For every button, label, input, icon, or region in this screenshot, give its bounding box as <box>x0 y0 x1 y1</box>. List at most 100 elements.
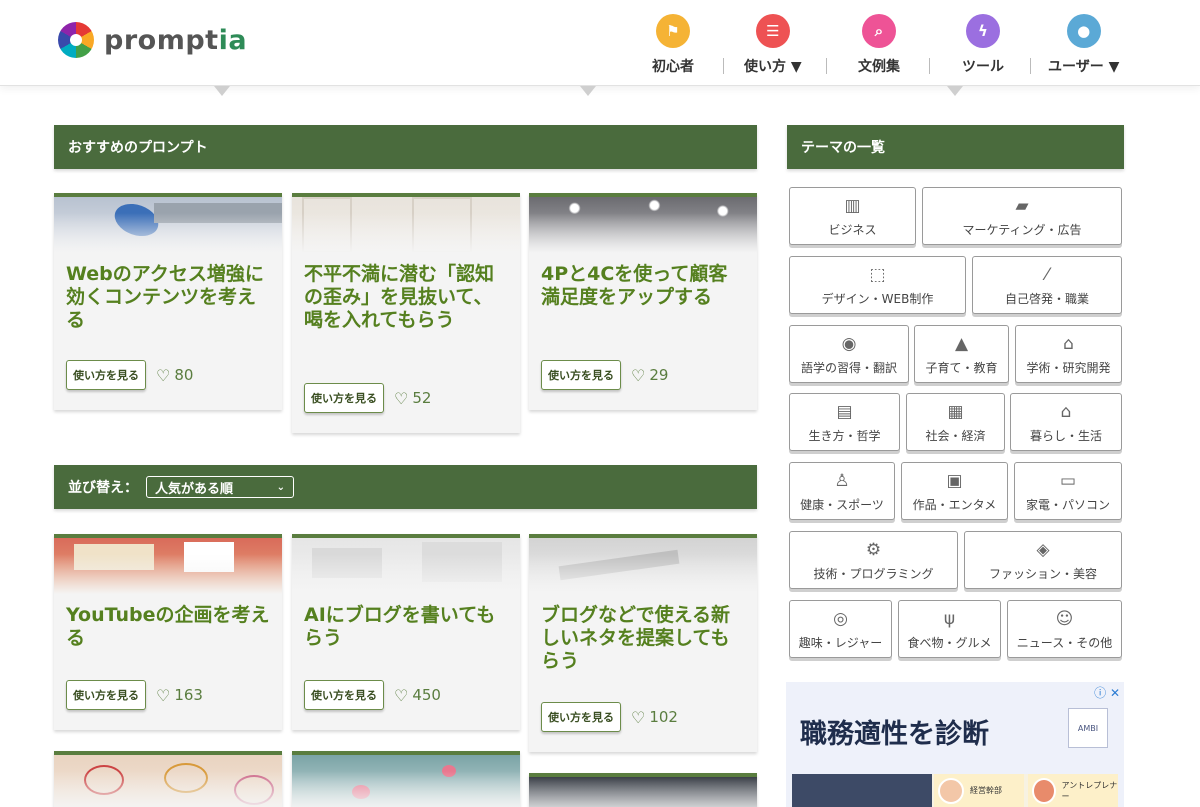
theme-label: 技術・プログラミング <box>813 566 934 581</box>
theme-label: 趣味・レジャー <box>798 635 883 650</box>
compass-icon: ◎ <box>833 608 848 629</box>
prompt-card[interactable] <box>529 773 757 807</box>
theme-electronics[interactable]: ▭ 家電・パソコン <box>1014 462 1122 520</box>
institution-icon: ⌂ <box>1063 333 1074 354</box>
theme-society[interactable]: ▦ 社会・経済 <box>906 393 1005 451</box>
prompt-card[interactable]: 4Pと4Cを使って顧客満足度をアップする 使い方を見る ♡ 29 <box>529 193 757 410</box>
theme-academic[interactable]: ⌂ 学術・研究開発 <box>1015 325 1122 383</box>
prompt-card[interactable]: AIにブログを書いてもらう 使い方を見る ♡ 450 <box>292 534 520 730</box>
film-icon: ▣ <box>946 470 963 491</box>
prompt-card[interactable] <box>54 751 282 807</box>
how-to-button[interactable]: 使い方を見る <box>541 360 621 390</box>
card-thumbnail <box>529 777 757 807</box>
theme-label: 子育て・教育 <box>925 360 998 375</box>
section-title: おすすめのプロンプト <box>68 140 208 156</box>
nav-beginner[interactable]: ⚑ 初心者 <box>652 14 694 76</box>
how-to-button[interactable]: 使い方を見る <box>304 680 384 710</box>
theme-marketing[interactable]: ▰ マーケティング・広告 <box>922 187 1122 245</box>
theme-parenting[interactable]: ▲ 子育て・教育 <box>914 325 1009 383</box>
divider-arrow <box>947 86 963 96</box>
theme-programming[interactable]: ⚙ 技術・プログラミング <box>789 531 958 589</box>
theme-fashion[interactable]: ◈ ファッション・美容 <box>964 531 1122 589</box>
magic-wand-icon: ⁄ <box>1045 264 1049 285</box>
theme-languages[interactable]: ◉ 語学の習得・翻訳 <box>789 325 909 383</box>
advertisement[interactable]: ⓘ ✕ 職務適性を診断 AMBI 経営幹部 アントレプレナー <box>786 682 1124 807</box>
how-to-button[interactable]: 使い方を見る <box>66 680 146 710</box>
gear-icon: ⚙ <box>865 539 882 560</box>
sort-select[interactable]: 人気がある順 ⌄ <box>146 476 294 498</box>
card-title[interactable]: ブログなどで使える新しいネタを提案してもらう <box>529 594 757 673</box>
theme-food[interactable]: ψ 食べ物・グルメ <box>898 600 1001 658</box>
card-thumbnail <box>292 197 520 253</box>
theme-label: 暮らし・生活 <box>1029 428 1102 443</box>
card-thumbnail <box>292 538 520 594</box>
divider-arrow <box>214 86 230 96</box>
like-count[interactable]: ♡ 102 <box>631 708 678 727</box>
utensils-icon: ψ <box>943 608 956 629</box>
like-count[interactable]: ♡ 80 <box>156 366 193 385</box>
ad-title: 職務適性を診断 <box>800 719 989 750</box>
card-footer: 使い方を見る ♡ 102 <box>541 702 678 732</box>
themes-header: テーマの一覧 <box>787 125 1124 169</box>
sort-selected-value: 人気がある順 <box>155 481 234 497</box>
nav-label: ツール <box>962 59 1004 75</box>
ad-info-close-icon[interactable]: ⓘ ✕ <box>1094 684 1120 701</box>
nav-user[interactable]: ● ユーザー ▼ <box>1048 14 1119 76</box>
card-title[interactable]: 4Pと4Cを使って顧客満足度をアップする <box>529 253 757 309</box>
how-to-button[interactable]: 使い方を見る <box>541 702 621 732</box>
user-icon: ● <box>1066 14 1101 48</box>
prompt-card[interactable]: YouTubeの企画を考える 使い方を見る ♡ 163 <box>54 534 282 730</box>
nav-examples[interactable]: ⌕ 文例集 <box>858 14 900 76</box>
nav-label: 文例集 <box>858 59 900 75</box>
nav-divider <box>826 58 827 74</box>
theme-label: 社会・経済 <box>925 428 986 443</box>
ad-chip: 経営幹部 <box>934 774 1024 807</box>
prompt-card[interactable]: Webのアクセス増強に効くコンテンツを考える 使い方を見る ♡ 80 <box>54 193 282 410</box>
theme-design[interactable]: ⬚ デザイン・WEB制作 <box>789 256 966 314</box>
heart-icon: ♡ <box>156 365 171 385</box>
card-title[interactable]: 不平不満に潜む「認知の歪み」を見抜いて、喝を入れてもらう <box>292 253 520 332</box>
shopping-bag-icon: ▰ <box>1015 195 1029 216</box>
prompt-card[interactable] <box>292 751 520 807</box>
building-icon: ▥ <box>844 195 861 216</box>
theme-hobby[interactable]: ◎ 趣味・レジャー <box>789 600 892 658</box>
theme-philosophy[interactable]: ▤ 生き方・哲学 <box>789 393 900 451</box>
theme-living[interactable]: ⌂ 暮らし・生活 <box>1010 393 1122 451</box>
nav-divider <box>723 58 724 74</box>
like-count[interactable]: ♡ 450 <box>394 686 441 705</box>
theme-health[interactable]: ♙ 健康・スポーツ <box>789 462 895 520</box>
like-count[interactable]: ♡ 163 <box>156 686 203 705</box>
nav-tools[interactable]: ϟ ツール <box>962 14 1004 76</box>
card-title[interactable]: AIにブログを書いてもらう <box>292 594 520 650</box>
prompt-card[interactable]: 不平不満に潜む「認知の歪み」を見抜いて、喝を入れてもらう 使い方を見る ♡ 52 <box>292 193 520 433</box>
prompt-card[interactable]: ブログなどで使える新しいネタを提案してもらう 使い方を見る ♡ 102 <box>529 534 757 752</box>
logo-text: promptia <box>104 24 248 56</box>
heart-icon: ♡ <box>631 365 646 385</box>
graduation-cap-icon: ▲ <box>954 333 969 354</box>
site-logo[interactable]: promptia <box>58 22 247 58</box>
smile-icon: ☺ <box>1055 608 1074 629</box>
theme-business[interactable]: ▥ ビジネス <box>789 187 916 245</box>
how-to-button[interactable]: 使い方を見る <box>304 383 384 413</box>
monitor-icon: ▭ <box>1059 470 1077 491</box>
how-to-button[interactable]: 使い方を見る <box>66 360 146 390</box>
theme-label: ファッション・美容 <box>988 566 1097 581</box>
cosmetics-icon: ◈ <box>1036 539 1050 560</box>
theme-label: マーケティング・広告 <box>962 222 1082 237</box>
search-icon: ⌕ <box>862 14 896 48</box>
flag-icon: ⚑ <box>656 14 690 48</box>
like-count[interactable]: ♡ 29 <box>631 366 668 385</box>
site-header: promptia ⚑ 初心者 ☰ 使い方 ▼ ⌕ 文例集 ϟ ツール ● ユーザ… <box>0 0 1200 86</box>
card-title[interactable]: YouTubeの企画を考える <box>54 594 282 650</box>
card-title[interactable]: Webのアクセス増強に効くコンテンツを考える <box>54 253 282 332</box>
nav-usage[interactable]: ☰ 使い方 ▼ <box>744 14 802 76</box>
like-count[interactable]: ♡ 52 <box>394 389 431 408</box>
theme-label: ビジネス <box>828 222 877 237</box>
theme-news[interactable]: ☺ ニュース・その他 <box>1007 600 1122 658</box>
theme-self-development[interactable]: ⁄ 自己啓発・職業 <box>972 256 1122 314</box>
ad-image <box>792 774 932 807</box>
theme-entertainment[interactable]: ▣ 作品・エンタメ <box>901 462 1008 520</box>
heart-icon: ♡ <box>631 707 646 727</box>
card-footer: 使い方を見る ♡ 80 <box>66 360 193 390</box>
lightning-icon: ϟ <box>966 14 1000 48</box>
